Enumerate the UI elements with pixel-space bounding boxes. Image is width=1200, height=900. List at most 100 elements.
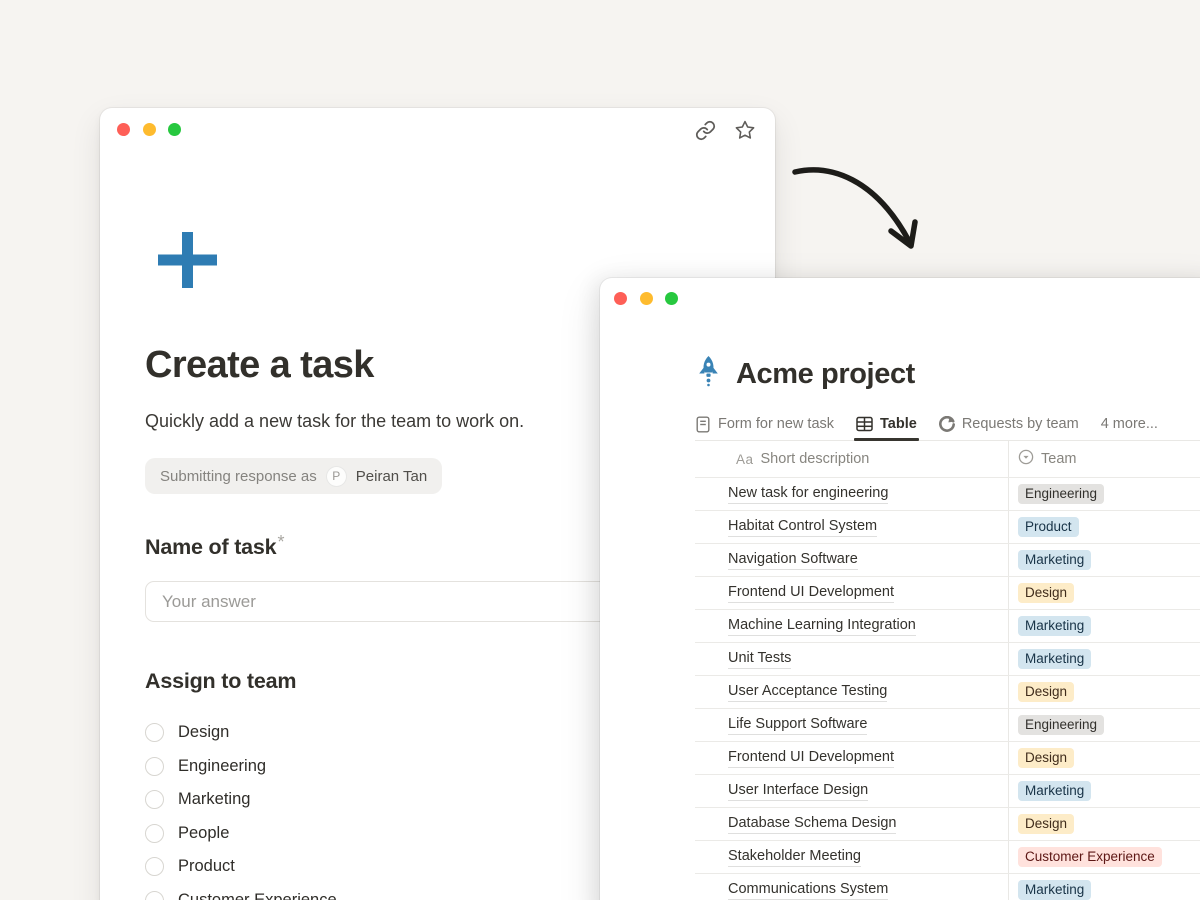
form-subtitle: Quickly add a new task for the team to w…: [145, 411, 524, 432]
table-row[interactable]: Unit TestsMarketing: [695, 642, 1200, 675]
team-tag: Marketing: [1018, 550, 1091, 570]
table-row[interactable]: User Interface Design Marketing: [695, 774, 1200, 807]
tab-4-more[interactable]: 4 more...: [1101, 408, 1158, 440]
team-tag: Marketing: [1018, 880, 1091, 900]
cell-short-description[interactable]: Database Schema Design: [695, 808, 1008, 840]
assign-to-team-label: Assign to team: [145, 669, 296, 694]
table-row[interactable]: Habitat Control System Product: [695, 510, 1200, 543]
cell-short-description[interactable]: New task for engineering: [695, 478, 1008, 510]
radio-button[interactable]: [145, 857, 164, 876]
form-icon: [695, 416, 711, 433]
task-title: Frontend UI Development: [728, 583, 894, 603]
radio-button[interactable]: [145, 824, 164, 843]
task-title: Habitat Control System: [728, 517, 877, 537]
tab-label: Form for new task: [718, 416, 834, 432]
cell-team[interactable]: Engineering: [1008, 709, 1200, 741]
team-option-marketing[interactable]: Marketing: [145, 790, 337, 810]
radio-button[interactable]: [145, 723, 164, 742]
tab-form-for-new-task[interactable]: Form for new task: [695, 408, 834, 440]
team-tag: Marketing: [1018, 781, 1091, 801]
cell-short-description[interactable]: User Acceptance Testing: [695, 676, 1008, 708]
select-property-icon: [1018, 449, 1034, 469]
tab-requests-by-team[interactable]: Requests by team: [939, 408, 1079, 440]
database-table: Aa Short description Team New task for e…: [695, 441, 1200, 900]
task-title: Life Support Software: [728, 715, 867, 735]
table-row[interactable]: Life Support Software Engineering: [695, 708, 1200, 741]
cell-short-description[interactable]: Habitat Control System: [695, 511, 1008, 543]
cell-team[interactable]: Marketing: [1008, 610, 1200, 642]
avatar: P: [326, 466, 347, 487]
form-title: Create a task: [145, 344, 374, 387]
database-window: Acme project Form for new task Table Reque…: [600, 278, 1200, 900]
cell-short-description[interactable]: Frontend UI Development: [695, 742, 1008, 774]
minimize-window-button[interactable]: [143, 123, 156, 136]
cell-team[interactable]: Marketing: [1008, 544, 1200, 576]
team-tag: Customer Experience: [1018, 847, 1162, 867]
team-option-product[interactable]: Product: [145, 857, 337, 877]
cell-team[interactable]: Design: [1008, 808, 1200, 840]
window-controls: [614, 292, 678, 305]
column-label: Team: [1041, 451, 1076, 467]
cell-short-description[interactable]: Stakeholder Meeting: [695, 841, 1008, 873]
radio-button[interactable]: [145, 891, 164, 900]
task-title: Navigation Software: [728, 550, 858, 570]
curved-arrow: [770, 140, 970, 280]
zoom-window-button[interactable]: [168, 123, 181, 136]
cell-short-description[interactable]: Machine Learning Integration: [695, 610, 1008, 642]
cell-team[interactable]: Product: [1008, 511, 1200, 543]
cell-team[interactable]: Marketing: [1008, 874, 1200, 900]
team-tag: Design: [1018, 583, 1074, 603]
cell-short-description[interactable]: Life Support Software: [695, 709, 1008, 741]
cell-short-description[interactable]: Navigation Software: [695, 544, 1008, 576]
team-tag: Design: [1018, 682, 1074, 702]
chip-user-name: Peiran Tan: [356, 468, 427, 485]
favorite-star-icon[interactable]: [733, 118, 757, 142]
minimize-window-button[interactable]: [640, 292, 653, 305]
column-header-short-description[interactable]: Aa Short description: [695, 441, 1008, 477]
team-tag: Marketing: [1018, 616, 1091, 636]
cell-team[interactable]: Customer Experience: [1008, 841, 1200, 873]
submitting-as-chip: Submitting response as P Peiran Tan: [145, 458, 442, 494]
cell-short-description[interactable]: Frontend UI Development: [695, 577, 1008, 609]
radio-label: Design: [178, 723, 229, 742]
cell-team[interactable]: Design: [1008, 742, 1200, 774]
name-of-task-label: Name of task*: [145, 532, 284, 560]
tab-label: 4 more...: [1101, 416, 1158, 432]
table-row[interactable]: Navigation Software Marketing: [695, 543, 1200, 576]
radio-button[interactable]: [145, 757, 164, 776]
team-option-engineering[interactable]: Engineering: [145, 757, 337, 777]
tab-table[interactable]: Table: [856, 408, 917, 440]
cell-team[interactable]: Marketing: [1008, 775, 1200, 807]
team-option-design[interactable]: Design: [145, 723, 337, 743]
cell-short-description[interactable]: Unit Tests: [695, 643, 1008, 675]
radio-button[interactable]: [145, 790, 164, 809]
table-row[interactable]: User Acceptance Testing Design: [695, 675, 1200, 708]
team-tag: Product: [1018, 517, 1079, 537]
cell-team[interactable]: Design: [1008, 676, 1200, 708]
chip-prefix: Submitting response as: [160, 468, 317, 485]
cell-team[interactable]: Marketing: [1008, 643, 1200, 675]
table-row[interactable]: Database Schema Design Design: [695, 807, 1200, 840]
table-row[interactable]: Machine Learning Integration Marketing: [695, 609, 1200, 642]
cell-team[interactable]: Design: [1008, 577, 1200, 609]
close-window-button[interactable]: [117, 123, 130, 136]
cell-short-description[interactable]: Communications System: [695, 874, 1008, 900]
table-row[interactable]: Communications System Marketing: [695, 873, 1200, 900]
column-header-team[interactable]: Team: [1008, 441, 1200, 477]
table-row[interactable]: Frontend UI Development Design: [695, 576, 1200, 609]
zoom-window-button[interactable]: [665, 292, 678, 305]
cell-short-description[interactable]: User Interface Design: [695, 775, 1008, 807]
cell-team[interactable]: Engineering: [1008, 478, 1200, 510]
table-row[interactable]: New task for engineeringEngineering: [695, 477, 1200, 510]
database-title: Acme project: [736, 358, 915, 391]
team-option-customer-experience[interactable]: Customer Experience: [145, 891, 337, 900]
team-option-people[interactable]: People: [145, 824, 337, 844]
name-of-task-label-text: Name of task: [145, 535, 276, 559]
table-row[interactable]: Frontend UI DevelopmentDesign: [695, 741, 1200, 774]
canvas: Create a task Quickly add a new task for…: [0, 0, 1200, 900]
table-row[interactable]: Stakeholder Meeting Customer Experience: [695, 840, 1200, 873]
database-header: Acme project: [695, 356, 915, 392]
copy-link-icon[interactable]: [693, 118, 717, 142]
task-title: Database Schema Design: [728, 814, 896, 834]
close-window-button[interactable]: [614, 292, 627, 305]
